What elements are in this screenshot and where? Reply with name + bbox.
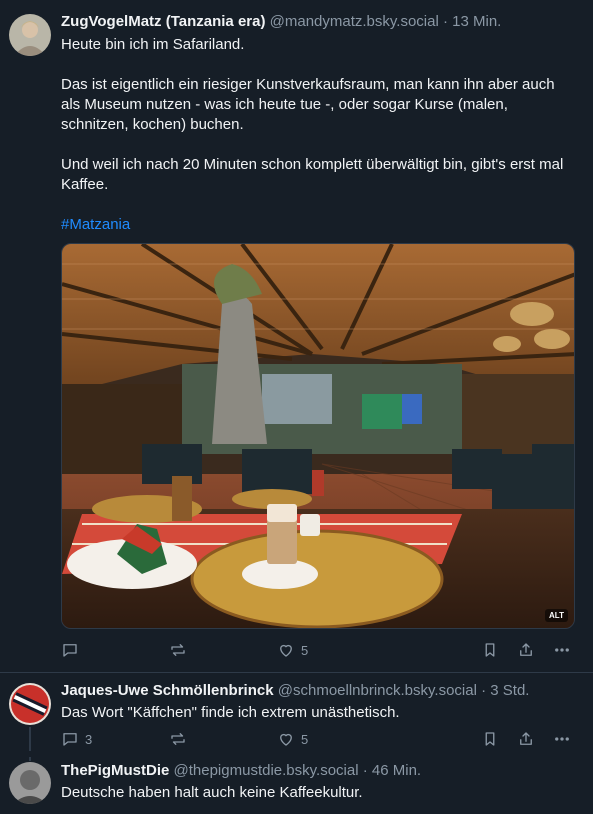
share-icon: [520, 732, 532, 745]
like-count: 5: [301, 731, 309, 747]
more-icon: [555, 648, 569, 652]
avatar[interactable]: [9, 14, 51, 56]
author-name[interactable]: ThePigMustDie: [61, 762, 169, 779]
author-name[interactable]: ZugVogelMatz (Tanzania era): [61, 13, 265, 30]
post-actions: 3 5: [61, 728, 575, 750]
thread-line: [29, 727, 31, 751]
share-button[interactable]: [517, 728, 535, 750]
bookmark-button[interactable]: [481, 639, 499, 661]
post-text: Das Wort "Käffchen" finde ich extrem unä…: [61, 704, 400, 721]
post-image[interactable]: ALT: [61, 243, 575, 629]
repost-icon: [171, 733, 185, 745]
bookmark-button[interactable]: [481, 728, 499, 750]
more-icon: [555, 737, 569, 741]
share-icon: [520, 643, 532, 656]
like-button[interactable]: 5: [277, 728, 308, 750]
post-header: Jaques-Uwe Schmöllenbrinck @schmoellnbri…: [61, 682, 575, 700]
hashtag-link[interactable]: #Matzania: [61, 216, 130, 233]
author-handle[interactable]: @mandymatz.bsky.social: [270, 13, 439, 30]
reply-count: 3: [85, 731, 93, 747]
more-button[interactable]: [553, 639, 571, 661]
post-actions: 5: [61, 639, 575, 661]
post-text: Das ist eigentlich ein riesiger Kunstver…: [61, 75, 575, 135]
repost-button[interactable]: [169, 639, 187, 661]
alt-badge[interactable]: ALT: [545, 609, 568, 622]
post-paragraph: Und weil ich nach 20 Minuten schon kompl…: [61, 156, 564, 193]
repost-button[interactable]: [169, 728, 187, 750]
like-count: 5: [301, 642, 309, 658]
avatar[interactable]: [9, 683, 51, 725]
repost-icon: [171, 644, 185, 656]
like-button[interactable]: 5: [277, 639, 308, 661]
like-icon: [280, 644, 292, 657]
author-handle[interactable]: @schmoellnbrinck.bsky.social: [278, 682, 477, 699]
post-time[interactable]: · 3 Std.: [481, 682, 529, 699]
post-time[interactable]: · 13 Min.: [443, 13, 501, 30]
author-handle[interactable]: @thepigmustdie.bsky.social: [174, 762, 359, 779]
reply-icon: [63, 644, 77, 657]
post-text: Heute bin ich im Safariland.: [61, 35, 575, 55]
reply-icon: [63, 733, 77, 746]
reply-button[interactable]: 3: [61, 728, 92, 750]
post-paragraph: Heute bin ich im Safariland.: [61, 36, 245, 53]
like-icon: [280, 733, 292, 746]
author-name[interactable]: Jaques-Uwe Schmöllenbrinck: [61, 682, 274, 699]
post-paragraph: Das ist eigentlich ein riesiger Kunstver…: [61, 76, 555, 133]
reply-button[interactable]: [61, 639, 79, 661]
reply-post[interactable]: Jaques-Uwe Schmöllenbrinck @schmoellnbri…: [0, 673, 593, 757]
post-text: Deutsche haben halt auch keine Kaffeekul…: [61, 784, 363, 801]
thread-line: [29, 757, 31, 761]
avatar[interactable]: [9, 762, 51, 804]
reply-post[interactable]: ThePigMustDie @thepigmustdie.bsky.social…: [0, 757, 593, 814]
main-post[interactable]: ZugVogelMatz (Tanzania era) @mandymatz.b…: [0, 0, 593, 672]
bookmark-icon: [485, 732, 495, 746]
restaurant-photo: [62, 244, 574, 628]
share-button[interactable]: [517, 639, 535, 661]
post-header: ZugVogelMatz (Tanzania era) @mandymatz.b…: [61, 13, 575, 31]
more-button[interactable]: [553, 728, 571, 750]
post-text: Und weil ich nach 20 Minuten schon kompl…: [61, 155, 575, 195]
bookmark-icon: [485, 643, 495, 657]
post-time[interactable]: · 46 Min.: [363, 762, 421, 779]
post-header: ThePigMustDie @thepigmustdie.bsky.social…: [61, 762, 575, 780]
